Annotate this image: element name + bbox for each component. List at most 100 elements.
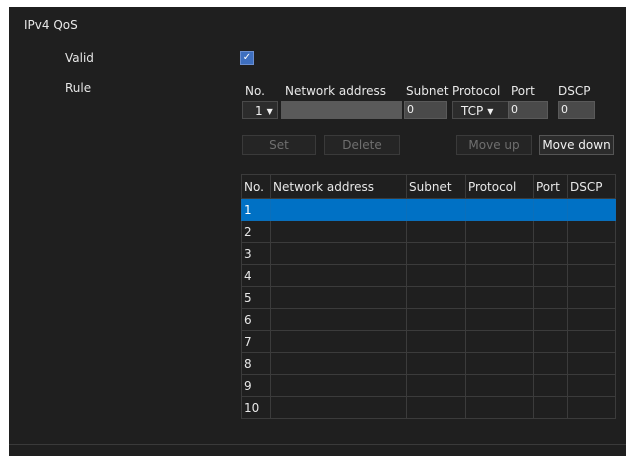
cell-port [533,220,568,243]
rule-subnet-header: Subnet [406,84,449,98]
cell-dscp [567,330,616,353]
cell-protocol [465,264,534,287]
cell-no: 3 [241,242,271,265]
cell-no: 5 [241,286,271,309]
column-header-protocol: Protocol [465,174,534,199]
cell-network-address [270,396,407,419]
cell-protocol [465,286,534,309]
cell-dscp [567,198,616,221]
rule-port-header: Port [511,84,535,98]
cell-dscp [567,396,616,419]
cell-protocol [465,308,534,331]
valid-label: Valid [65,51,94,65]
table-header-row: No. Network address Subnet Protocol Port… [241,174,616,199]
cell-port [533,396,568,419]
table-row[interactable]: 10 [241,396,616,419]
valid-checkbox[interactable]: ✓ [240,51,254,65]
cell-subnet [406,330,466,353]
table-row[interactable]: 2 [241,220,616,243]
protocol-value: TCP [461,104,484,118]
cell-network-address [270,220,407,243]
table-row[interactable]: 6 [241,308,616,331]
cell-protocol [465,220,534,243]
cell-no: 9 [241,374,271,397]
cell-port [533,242,568,265]
cell-subnet [406,308,466,331]
cell-port [533,264,568,287]
cell-dscp [567,220,616,243]
rules-table: No. Network address Subnet Protocol Port… [241,174,616,419]
cell-subnet [406,286,466,309]
cell-subnet [406,220,466,243]
cell-port [533,330,568,353]
column-header-subnet: Subnet [406,174,466,199]
cell-no: 1 [241,198,271,221]
cell-port [533,286,568,309]
cell-port [533,352,568,375]
set-button[interactable]: Set [242,135,316,155]
cell-network-address [270,198,407,221]
cell-subnet [406,242,466,265]
rule-no-header: No. [245,84,265,98]
table-row[interactable]: 4 [241,264,616,287]
ipv4-qos-panel: IPv4 QoS Valid ✓ Rule No. Network addres… [9,7,626,456]
rule-dscp-header: DSCP [558,84,591,98]
cell-dscp [567,242,616,265]
column-header-network-address: Network address [270,174,407,199]
cell-subnet [406,352,466,375]
cell-dscp [567,308,616,331]
cell-subnet [406,396,466,419]
cell-no: 4 [241,264,271,287]
cell-no: 7 [241,330,271,353]
cell-subnet [406,198,466,221]
cell-no: 6 [241,308,271,331]
cell-network-address [270,352,407,375]
cell-protocol [465,330,534,353]
cell-network-address [270,308,407,331]
cell-port [533,308,568,331]
protocol-select[interactable]: TCP ▼ [452,101,509,119]
cell-protocol [465,396,534,419]
subnet-input[interactable]: 0 [404,101,447,119]
caret-down-icon: ▼ [266,107,273,116]
column-header-port: Port [533,174,568,199]
move-up-button[interactable]: Move up [456,135,532,155]
rule-network-address-header: Network address [285,84,387,98]
table-row[interactable]: 1 [241,198,616,221]
rule-no-value: 1 [255,104,263,118]
rule-no-select[interactable]: 1 ▼ [242,101,278,119]
network-address-input[interactable] [281,101,402,119]
delete-button[interactable]: Delete [324,135,400,155]
table-row[interactable]: 8 [241,352,616,375]
rule-protocol-header: Protocol [452,84,501,98]
port-input[interactable]: 0 [508,101,548,119]
table-row[interactable]: 3 [241,242,616,265]
cell-port [533,374,568,397]
move-down-button[interactable]: Move down [539,135,614,155]
section-title: IPv4 QoS [24,18,78,32]
cell-port [533,198,568,221]
cell-protocol [465,374,534,397]
checkmark-icon: ✓ [242,52,252,63]
table-row[interactable]: 5 [241,286,616,309]
cell-network-address [270,374,407,397]
cell-network-address [270,286,407,309]
cell-dscp [567,374,616,397]
cell-network-address [270,330,407,353]
cell-no: 8 [241,352,271,375]
rule-label: Rule [65,81,92,95]
cell-subnet [406,374,466,397]
cell-dscp [567,352,616,375]
divider [9,444,626,445]
dscp-input[interactable]: 0 [558,101,595,119]
cell-protocol [465,198,534,221]
caret-down-icon: ▼ [487,107,494,116]
column-header-dscp: DSCP [567,174,616,199]
cell-network-address [270,242,407,265]
table-row[interactable]: 7 [241,330,616,353]
cell-subnet [406,264,466,287]
cell-no: 10 [241,396,271,419]
column-header-no: No. [241,174,271,199]
table-row[interactable]: 9 [241,374,616,397]
cell-dscp [567,286,616,309]
